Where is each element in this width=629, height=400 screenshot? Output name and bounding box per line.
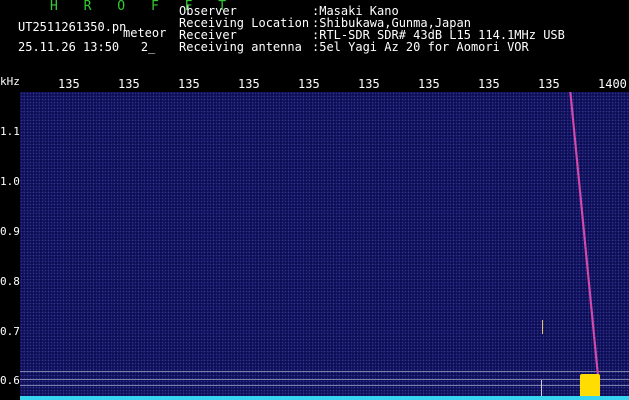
file-name: UT2511261350.pn: [18, 20, 127, 34]
time-tick: 135: [418, 77, 440, 91]
y-tick: 1.1: [0, 125, 20, 138]
time-tick: 135: [538, 77, 560, 91]
time-tick: 135: [478, 77, 500, 91]
time-tick: 135: [298, 77, 320, 91]
time-tick: 1400: [598, 77, 627, 91]
signal-burst: [580, 374, 600, 398]
y-tick: 1.0: [0, 175, 20, 188]
time-tick: 135: [358, 77, 380, 91]
spectrogram: [20, 92, 629, 400]
time-tick: 135: [238, 77, 260, 91]
time-axis: 135 135 135 135 135 135 135 135 135 1400: [0, 78, 629, 92]
noise-floor: [20, 396, 629, 400]
time-tick: 135: [118, 77, 140, 91]
time-tick: 135: [178, 77, 200, 91]
y-tick: 0.7: [0, 325, 20, 338]
y-tick: 0.9: [0, 225, 20, 238]
header-panel: H R O F F T UT2511261350.pn meteor 25.11…: [0, 0, 629, 78]
y-tick: 0.8: [0, 275, 20, 288]
timestamp: 25.11.26 13:50 2_: [18, 40, 156, 54]
antenna-label: Receiving antenna: [179, 40, 302, 54]
antenna-value: :5el Yagi Az 20 for Aomori VOR: [312, 40, 529, 54]
doppler-trace: [569, 92, 600, 377]
file-suffix: meteor: [123, 26, 167, 40]
y-unit-label: kHz: [0, 75, 20, 88]
time-tick: 135: [58, 77, 80, 91]
y-tick: 0.6: [0, 374, 20, 387]
